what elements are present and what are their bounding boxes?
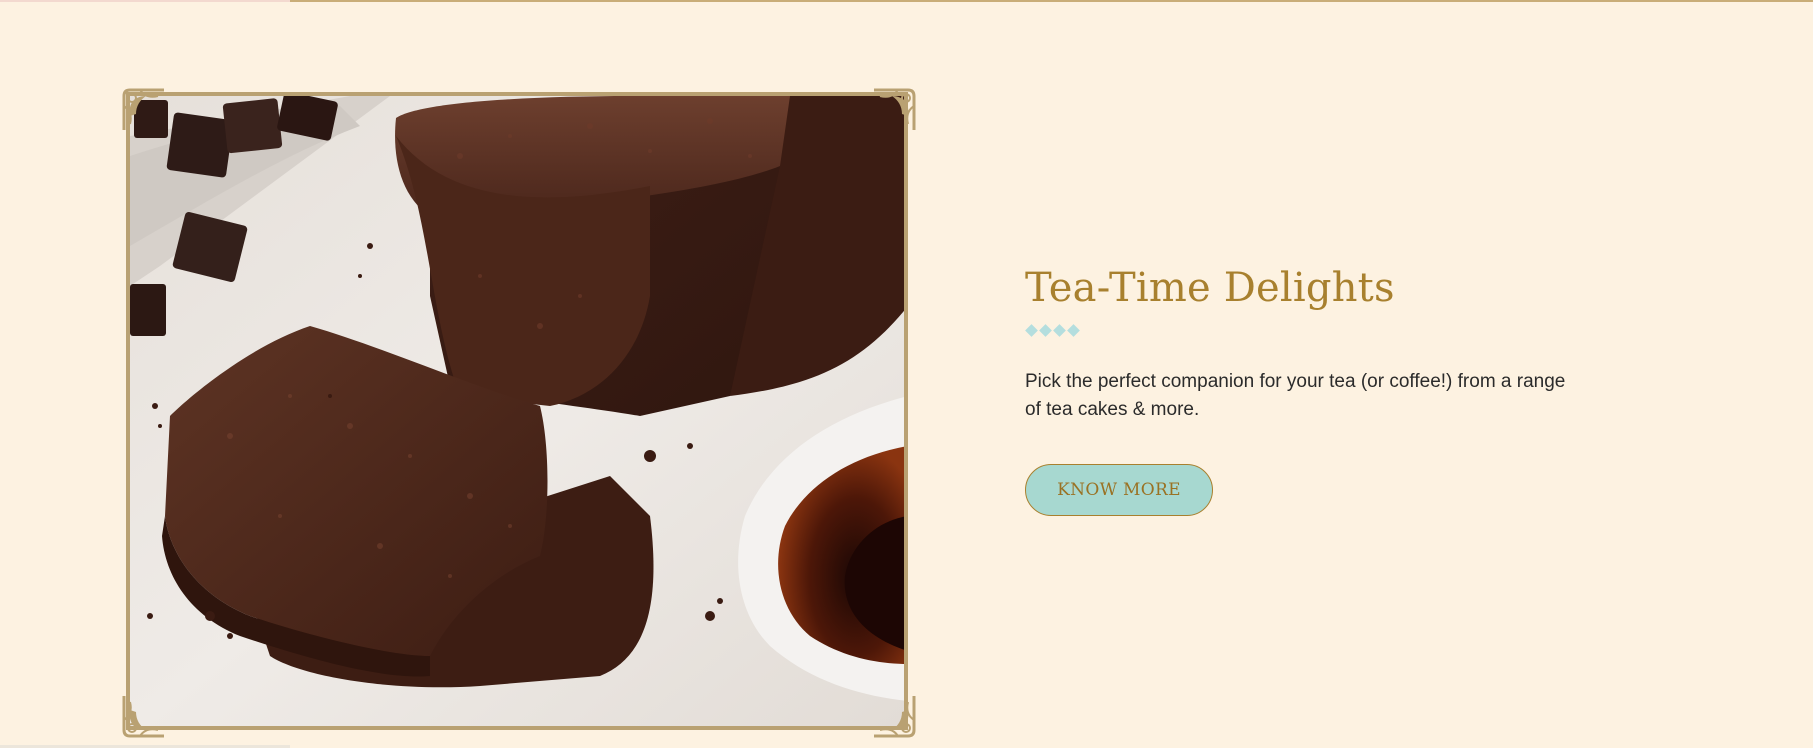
- ornate-corner-icon: [122, 696, 164, 738]
- diamond-icon: [1053, 324, 1066, 337]
- top-rule-accent: [0, 0, 290, 2]
- section-title: Tea-Time Delights: [1025, 265, 1395, 311]
- section-description: Pick the perfect companion for your tea …: [1025, 371, 1566, 420]
- image-frame-border: [126, 92, 908, 730]
- diamond-icon: [1025, 324, 1038, 337]
- ornate-corner-icon: [122, 88, 164, 130]
- know-more-button[interactable]: KNOW MORE: [1025, 464, 1213, 516]
- diamond-icon: [1039, 324, 1052, 337]
- diamond-icon: [1067, 324, 1080, 337]
- diamond-row-icon: [1025, 324, 1585, 338]
- ornate-corner-icon: [874, 696, 916, 738]
- feature-content: Tea-Time Delights Pick the perfect compa…: [1025, 262, 1585, 516]
- ornate-corner-icon: [874, 88, 916, 130]
- feature-image-frame: [120, 86, 918, 740]
